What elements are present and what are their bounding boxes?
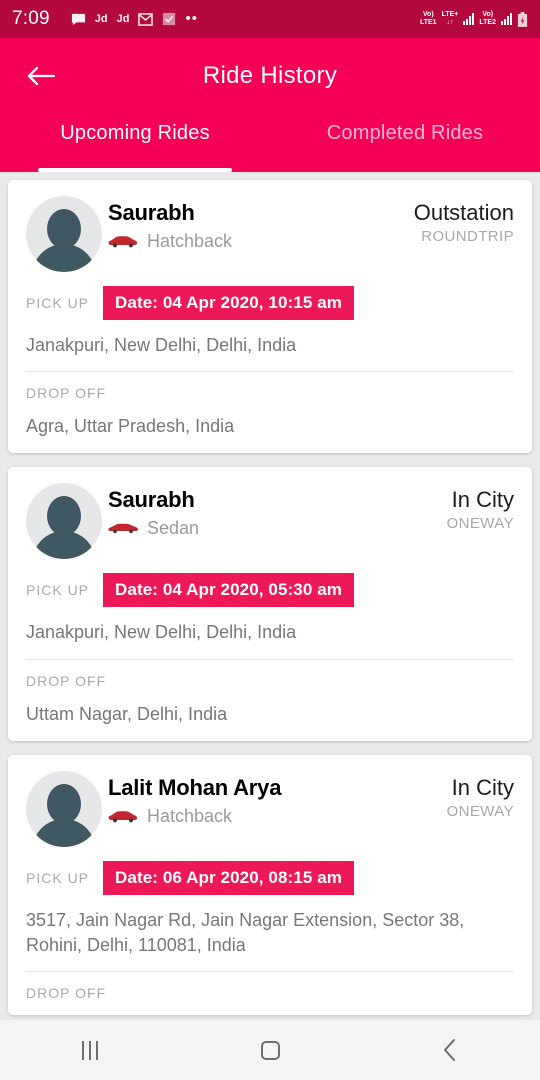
- trip-way: ONEWAY: [446, 515, 514, 533]
- status-clock: 7:09: [12, 8, 50, 29]
- vehicle-row: Sedan: [108, 518, 447, 539]
- dropoff-label: DROP OFF: [26, 672, 107, 689]
- trip-info: In City ONEWAY: [447, 483, 514, 532]
- rider-name: Saurabh: [108, 200, 195, 225]
- dropoff-address: Agra, Uttar Pradesh, India: [26, 416, 235, 437]
- dropoff-label: DROP OFF: [26, 985, 107, 1002]
- sim1-line1: Vo): [422, 11, 434, 18]
- pickup-label: PICK UP: [26, 582, 90, 599]
- person-avatar-icon: [26, 196, 102, 272]
- vehicle-type: Sedan: [147, 518, 200, 539]
- trip-info: In City ONEWAY: [447, 771, 514, 820]
- ride-card-header: Saurabh Sedan In City ONEWAY: [26, 483, 514, 560]
- header-top-row: Ride History: [0, 38, 540, 114]
- sim1-line2: LTE1: [419, 19, 437, 26]
- ride-card[interactable]: Saurabh Hatchback Outstation ROUNDTRIP P…: [8, 180, 532, 454]
- dropoff-address: Uttam Nagar, Delhi, India: [26, 703, 228, 724]
- battery-icon: [517, 11, 528, 27]
- signal-bars-icon: [501, 13, 512, 25]
- jd-icon: Jd: [94, 13, 108, 25]
- trip-kind: In City: [451, 487, 514, 513]
- rider-name: Saurabh: [108, 487, 195, 513]
- rider-info: Lalit Mohan Arya Hatchback: [108, 771, 447, 827]
- sim1-indicator: Vo) LTE1: [420, 11, 437, 27]
- signal-bars-icon: [463, 13, 475, 25]
- pickup-label: PICK UP: [26, 869, 90, 886]
- rider-info: Saurabh Hatchback: [108, 196, 414, 252]
- system-nav-bar: [0, 1020, 540, 1080]
- trip-kind: In City: [451, 774, 514, 800]
- vehicle-type: Hatchback: [147, 231, 233, 251]
- trip-info: Outstation ROUNDTRIP: [414, 196, 514, 245]
- card-divider: [26, 971, 514, 973]
- pickup-address: 3517, Jain Nagar Rd, Jain Nagar Extensio…: [26, 909, 465, 955]
- more-dots-icon: ••: [185, 10, 198, 27]
- pickup-date-badge: Date: 04 Apr 2020, 10:15 am: [103, 286, 354, 320]
- vehicle-type: Hatchback: [147, 805, 233, 826]
- lte-line1: LTE+: [441, 11, 459, 18]
- vehicle-row: Hatchback: [108, 231, 414, 252]
- app-header: Ride History Upcoming Rides Completed Ri…: [0, 38, 540, 172]
- sim2-line2: LTE2: [479, 19, 496, 26]
- person-avatar-icon: [26, 483, 102, 560]
- pickup-date-badge: Date: 06 Apr 2020, 08:15 am: [103, 860, 354, 895]
- lte-line2: ↓↑: [446, 19, 454, 26]
- ride-list[interactable]: Saurabh Hatchback Outstation ROUNDTRIP P…: [0, 172, 540, 1020]
- pickup-label: PICK UP: [26, 295, 90, 311]
- ride-card[interactable]: Saurabh Sedan In City ONEWAY PICK UP Dat…: [8, 467, 532, 741]
- rider-info: Saurabh Sedan: [108, 483, 447, 539]
- recents-icon[interactable]: [55, 1028, 125, 1072]
- vehicle-row: Hatchback: [108, 806, 447, 827]
- home-icon[interactable]: [235, 1028, 305, 1072]
- pickup-date-badge: Date: 04 Apr 2020, 05:30 am: [103, 573, 354, 608]
- pickup-row: PICK UP Date: 06 Apr 2020, 08:15 am: [26, 860, 514, 895]
- trip-way: ROUNDTRIP: [421, 228, 514, 245]
- ride-card-header: Saurabh Hatchback Outstation ROUNDTRIP: [26, 196, 514, 272]
- car-icon: [108, 524, 138, 534]
- status-bar-right: Vo) LTE1 LTE+ ↓↑ Vo) LTE2: [420, 11, 528, 27]
- rider-name: Lalit Mohan Arya: [108, 774, 282, 800]
- sim2-line1: Vo): [482, 11, 494, 18]
- sim2-indicator: Vo) LTE2: [479, 11, 496, 27]
- card-divider: [26, 658, 514, 660]
- car-icon: [108, 236, 137, 248]
- ride-card[interactable]: Lalit Mohan Arya Hatchback In City ONEWA…: [8, 754, 532, 1016]
- pickup-row: PICK UP Date: 04 Apr 2020, 10:15 am: [26, 286, 514, 320]
- page-title: Ride History: [202, 62, 338, 89]
- back-arrow-icon[interactable]: [16, 51, 66, 101]
- back-nav-icon[interactable]: [415, 1028, 485, 1072]
- jd-icon: Jd: [116, 13, 130, 25]
- trip-way: ONEWAY: [446, 802, 514, 820]
- tab-upcoming-rides-label: Upcoming Rides: [60, 122, 210, 144]
- chat-bubble-icon: [71, 12, 86, 27]
- tab-completed-rides[interactable]: Completed Rides: [270, 114, 540, 172]
- checkbox-icon: [162, 12, 176, 26]
- person-avatar-icon: [26, 770, 102, 847]
- lte-plus-indicator: LTE+ ↓↑: [442, 11, 459, 27]
- envelope-icon: [138, 12, 154, 26]
- card-divider: [26, 371, 514, 373]
- status-bar: 7:09 Jd Jd •• Vo) LTE1 LTE+ ↓↑ Vo) LTE2: [0, 0, 540, 38]
- pickup-row: PICK UP Date: 04 Apr 2020, 05:30 am: [26, 573, 514, 608]
- ride-card-header: Lalit Mohan Arya Hatchback In City ONEWA…: [26, 770, 514, 847]
- status-bar-left: 7:09 Jd Jd ••: [12, 8, 420, 30]
- pickup-address: Janakpuri, New Delhi, Delhi, India: [26, 335, 297, 355]
- tab-upcoming-rides[interactable]: Upcoming Rides: [0, 114, 270, 172]
- car-icon: [108, 811, 137, 823]
- dropoff-label: DROP OFF: [26, 385, 107, 402]
- pickup-address: Janakpuri, New Delhi, Delhi, India: [26, 622, 297, 643]
- tab-bar: Upcoming Rides Completed Rides: [0, 114, 540, 172]
- tab-completed-rides-label: Completed Rides: [326, 122, 484, 144]
- trip-kind: Outstation: [413, 200, 514, 225]
- app-root: 7:09 Jd Jd •• Vo) LTE1 LTE+ ↓↑ Vo) LTE2 …: [0, 0, 540, 1080]
